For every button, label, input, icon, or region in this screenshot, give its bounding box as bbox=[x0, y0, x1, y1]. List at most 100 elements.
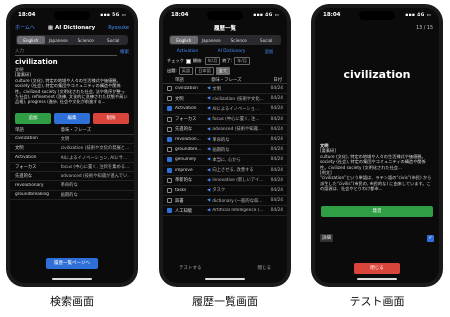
list-item[interactable]: 文明 civilization (技術や文化の発展と... bbox=[10, 144, 134, 154]
row-checkbox[interactable] bbox=[167, 208, 172, 214]
speaker-icon[interactable]: ◀ bbox=[207, 168, 210, 173]
table-row[interactable]: 文明 ◀ civilization (技術や文化... 04/24 bbox=[163, 94, 287, 105]
speaker-icon[interactable]: ◀ bbox=[207, 198, 210, 203]
row-checkbox[interactable] bbox=[167, 157, 172, 163]
history-page-button[interactable]: 履歴一覧ページへ bbox=[46, 258, 98, 269]
row-checkbox[interactable] bbox=[167, 106, 172, 112]
tab-science[interactable]: Science bbox=[72, 36, 100, 44]
word-tab-add[interactable]: 追加 bbox=[265, 49, 274, 55]
to-date-field[interactable]: 年/月 bbox=[234, 57, 250, 65]
table-row[interactable]: groundbre... ◀ 画期的な 04/24 bbox=[163, 145, 287, 156]
pronounce-button[interactable]: 発音 bbox=[321, 206, 433, 217]
table-row[interactable]: 革新的な ◀ innovative (新しいアイ... 04/24 bbox=[163, 176, 287, 186]
speaker-icon[interactable]: ◀ bbox=[207, 157, 210, 162]
test-button[interactable]: テストする bbox=[179, 265, 202, 271]
close-button[interactable]: 閉じる bbox=[258, 265, 272, 271]
list-item[interactable]: groundbreaking 画期的な bbox=[10, 191, 134, 200]
home-link[interactable]: ホームへ bbox=[15, 24, 35, 31]
tab-japanese[interactable]: Japanese bbox=[45, 36, 73, 44]
delete-button[interactable]: 削除 bbox=[93, 112, 129, 124]
row-checkbox[interactable] bbox=[167, 198, 172, 204]
from-date-field[interactable]: 年/月 bbox=[204, 57, 221, 65]
table-row[interactable]: 辞書 ◀ dictionary (一般的な辞... 04/24 bbox=[163, 196, 287, 207]
user-link[interactable]: Ryosuke bbox=[108, 25, 129, 31]
tab-social[interactable]: Social bbox=[253, 36, 281, 44]
list-item-meaning: 革命的な bbox=[60, 183, 78, 189]
test-screen: 18:04 ▪▪▪ 4G ▭ 13 / 15 civilization 文明 [… bbox=[315, 8, 439, 283]
format-english[interactable]: 英語 bbox=[178, 67, 194, 75]
tab-japanese[interactable]: Japanese bbox=[198, 36, 226, 44]
word-tabs: Activation AI Dictionary 追加 bbox=[163, 47, 287, 56]
nav-bar: ホームへ ▦ AI Dictionary Ryosuke bbox=[10, 22, 134, 33]
table-header: 単語 意味・フレーズ bbox=[10, 127, 134, 135]
row-checkbox[interactable] bbox=[167, 126, 172, 132]
row-checkbox[interactable] bbox=[167, 167, 172, 173]
row-checkbox[interactable] bbox=[167, 137, 172, 143]
close-test-button[interactable]: 閉じる bbox=[354, 263, 400, 274]
table-row[interactable]: revolution... ◀ 革命的な 04/24 bbox=[163, 135, 287, 146]
row-date: 04/24 bbox=[270, 208, 283, 214]
col-meaning: 意味・フレーズ bbox=[211, 77, 242, 83]
list-item-meaning: focus (中心に置く, 注目を集める... bbox=[60, 164, 129, 170]
format-all[interactable]: 全て bbox=[215, 67, 231, 75]
list-item[interactable]: revolutionary 革命的な bbox=[10, 181, 134, 191]
search-button[interactable]: 検索 bbox=[120, 49, 129, 55]
list-item[interactable]: 先進的な advanced (技術や知識が進んでい... bbox=[10, 172, 134, 182]
speaker-icon[interactable]: ◀ bbox=[207, 117, 210, 122]
speaker-icon[interactable]: ◀ bbox=[207, 86, 210, 91]
speaker-icon[interactable]: ◀ bbox=[207, 208, 210, 213]
word-tab-dictionary[interactable]: AI Dictionary bbox=[218, 49, 246, 54]
table-row[interactable]: civilization ◀ 文明 04/24 bbox=[163, 84, 287, 95]
table-row[interactable]: genuinely ◀ 本当に, 心から 04/24 bbox=[163, 155, 287, 166]
grid-icon: ▦ bbox=[47, 24, 56, 31]
list-item[interactable]: civilization 文明 bbox=[10, 135, 134, 145]
row-word: 辞書 bbox=[175, 198, 184, 204]
check-label: チェック bbox=[167, 58, 184, 63]
row-checkbox[interactable] bbox=[167, 147, 172, 153]
row-checkbox[interactable] bbox=[167, 96, 172, 102]
edit-button[interactable]: 編集 bbox=[54, 112, 90, 124]
caption-search: 検索画面 bbox=[50, 295, 94, 308]
row-meaning: 本当に, 心から bbox=[212, 157, 241, 163]
speaker-icon[interactable]: ◀ bbox=[207, 188, 210, 193]
row-word: tasks bbox=[175, 187, 187, 193]
format-japanese[interactable]: 日本語 bbox=[195, 67, 214, 75]
row-checkbox[interactable] bbox=[167, 187, 172, 193]
add-button[interactable]: 追加 bbox=[15, 112, 51, 124]
speaker-icon[interactable]: ◀ bbox=[207, 137, 210, 142]
tab-science[interactable]: Science bbox=[225, 36, 253, 44]
detail-checkbox[interactable]: ✓ bbox=[427, 234, 434, 242]
answer-definition: culture (文化), 特定の地域や人々の生活様式や価値観。society … bbox=[320, 153, 426, 170]
search-input[interactable]: 入力 bbox=[15, 48, 117, 56]
col-date: 日付 bbox=[273, 77, 282, 83]
table-row[interactable]: 人工知能 ◀ Artificial Intelligence (... 04/24 bbox=[163, 206, 287, 217]
check-filter-checkbox[interactable] bbox=[185, 58, 191, 64]
row-meaning: 画期的な bbox=[212, 147, 230, 153]
speaker-icon[interactable]: ◀ bbox=[207, 127, 210, 132]
tab-english[interactable]: English bbox=[17, 36, 45, 44]
row-meaning: civilization (技術や文化... bbox=[212, 96, 264, 102]
row-checkbox[interactable] bbox=[167, 116, 172, 122]
table-row[interactable]: tasks ◀ タスク 04/24 bbox=[163, 186, 287, 197]
row-checkbox[interactable] bbox=[167, 86, 172, 92]
row-checkbox[interactable] bbox=[167, 177, 172, 183]
speaker-icon[interactable]: ◀ bbox=[207, 178, 210, 183]
history-table: civilization ◀ 文明 04/24 文明 ◀ civilization (技術や… bbox=[163, 84, 287, 217]
list-item[interactable]: フォーカス focus (中心に置く, 注目を集める... bbox=[10, 163, 134, 172]
tab-english[interactable]: English bbox=[170, 36, 198, 44]
list-item[interactable]: Activation AIによるイノベーション, AIにサ... bbox=[10, 153, 134, 163]
table-row[interactable]: improve ◀ 向上させる, 改善する 04/24 bbox=[163, 166, 287, 176]
tab-social[interactable]: Social bbox=[100, 36, 128, 44]
speaker-icon[interactable]: ◀ bbox=[207, 96, 210, 101]
speaker-icon[interactable]: ◀ bbox=[207, 147, 210, 152]
table-row[interactable]: Activation ◀ AIによるイノベーショ... 04/24 bbox=[163, 104, 287, 115]
table-row[interactable]: 先進的な ◀ advanced (技術や知識... 04/24 bbox=[163, 125, 287, 135]
row-meaning: Artificial Intelligence (... bbox=[212, 208, 264, 214]
speaker-icon[interactable]: ◀ bbox=[207, 106, 210, 111]
row-date: 04/24 bbox=[270, 167, 283, 173]
word-tab-activation[interactable]: Activation bbox=[177, 49, 199, 54]
row-meaning: 向上させる, 改善する bbox=[212, 168, 254, 174]
table-row[interactable]: フォーカス ◀ focus (中心に置く, 注... 04/24 bbox=[163, 115, 287, 125]
nav-bar: 履歴一覧 bbox=[163, 22, 287, 33]
signal-icon: ▪▪▪ 4G ▭ bbox=[253, 12, 279, 18]
